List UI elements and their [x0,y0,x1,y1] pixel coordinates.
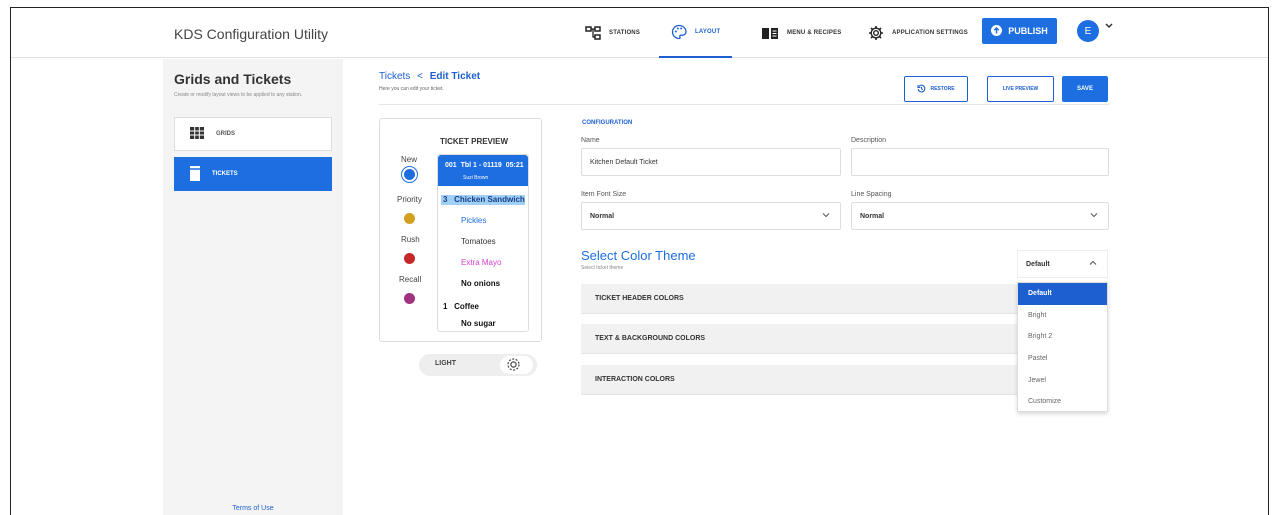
ticket-card: 001 Tbl 1 - 01119 05:21 Suzi Brown 3 Chi… [437,154,529,332]
line-spacing-select[interactable]: Normal [851,202,1109,230]
legend-label-rush: Rush [401,235,420,244]
breadcrumb: Tickets < Edit Ticket [379,71,480,82]
nav-label: APPLICATION SETTINGS [892,30,968,36]
restore-label: RESTORE [930,86,955,92]
font-size-label: Item Font Size [581,191,627,198]
ticket-line: Extra Mayo [461,258,502,267]
header-divider [379,104,1109,105]
live-preview-button[interactable]: LIVE PREVIEW [987,76,1054,102]
legend-label-new: New [401,155,418,164]
ticket-icon [190,165,200,183]
sidebar-item-label: TICKETS [212,171,238,177]
name-field[interactable]: Kitchen Default Ticket [581,148,841,176]
status-dot-priority[interactable] [404,213,415,224]
terms-of-use-link[interactable]: Terms of Use [163,505,343,512]
color-theme-selected: Default [1026,260,1050,268]
palette-icon [671,24,687,40]
sidebar-item-tickets[interactable]: TICKETS [174,157,332,191]
color-theme-title: Select Color Theme [581,248,696,263]
theme-option-customize[interactable]: Customize [1018,391,1107,413]
theme-toggle[interactable]: LIGHT [419,354,537,376]
breadcrumb-parent[interactable]: Tickets [379,71,410,82]
ticket-line: No sugar [461,319,496,328]
upload-icon [991,24,1003,38]
theme-option-default[interactable]: Default [1018,283,1107,305]
save-button[interactable]: SAVE [1062,76,1108,102]
nav-label: STATIONS [609,30,641,36]
avatar[interactable]: E [1077,20,1099,42]
nav-menu-recipes[interactable]: MENU & RECIPES [761,8,841,58]
font-size-select[interactable]: Normal [581,202,841,230]
theme-option-bright-2[interactable]: Bright 2 [1018,326,1107,348]
legend-label-recall: Recall [399,275,422,284]
status-dot-recall[interactable] [404,293,415,304]
description-field[interactable] [851,148,1109,176]
grid-icon [190,127,204,141]
section-interaction-colors[interactable]: INTERACTION COLORS [581,365,1019,395]
name-label: Name [581,137,600,144]
app-title: KDS Configuration Utility [174,26,329,42]
section-ticket-header-colors[interactable]: TICKET HEADER COLORS [581,284,1019,314]
restore-icon [917,84,926,95]
nav-application-settings[interactable]: APPLICATION SETTINGS [868,8,968,58]
top-bar: KDS Configuration Utility STATIONS LAYOU… [11,8,1268,58]
nav-layout[interactable]: LAYOUT [659,8,733,58]
ticket-header: 001 Tbl 1 - 01119 05:21 Suzi Brown [438,155,528,186]
stations-icon [585,26,601,40]
color-theme-subtitle: Select ticket theme [581,265,624,271]
status-dot-new[interactable] [404,169,415,180]
publish-button[interactable]: PUBLISH [982,18,1057,44]
theme-toggle-label: LIGHT [435,360,456,367]
color-theme-menu: Default Bright Bright 2 Pastel Jewel Cus… [1017,282,1108,412]
ticket-server: Suzi Brown [463,175,489,181]
configuration-heading: CONFIGURATION [582,120,633,126]
ticket-line: No onions [461,279,501,288]
theme-option-jewel[interactable]: Jewel [1018,369,1107,391]
status-dot-rush[interactable] [404,253,415,264]
gear-icon [868,25,884,41]
app-window: KDS Configuration Utility STATIONS LAYOU… [10,7,1269,515]
publish-label: PUBLISH [1008,26,1048,36]
sidebar-subtitle: Create or modify layout views to be appl… [174,92,303,98]
ticket-preview-panel: TICKET PREVIEW New Priority Rush Recall … [379,118,542,342]
breadcrumb-separator: < [417,71,423,82]
theme-option-pastel[interactable]: Pastel [1018,348,1107,370]
ticket-line: 3 Chicken Sandwich [443,195,525,204]
book-icon [761,26,779,40]
restore-button[interactable]: RESTORE [904,76,968,102]
legend-label-priority: Priority [397,195,422,204]
ticket-header-line: 001 Tbl 1 - 01119 05:21 [445,162,524,169]
sidebar-title: Grids and Tickets [174,71,292,87]
ticket-preview-title: TICKET PREVIEW [440,137,509,146]
ticket-line: 1 Coffee [443,302,480,311]
sidebar-item-grids[interactable]: GRIDS [174,117,332,151]
theme-option-bright[interactable]: Bright [1018,305,1107,327]
description-label: Description [851,137,887,144]
sun-icon [507,358,520,376]
nav-stations[interactable]: STATIONS [585,8,640,58]
nav-label: MENU & RECIPES [787,30,842,36]
section-text-background-colors[interactable]: TEXT & BACKGROUND COLORS [581,324,1019,354]
sidebar-item-label: GRIDS [216,131,236,137]
color-theme-select[interactable]: Default [1017,250,1108,278]
line-spacing-value: Normal [860,212,885,220]
chevron-down-icon[interactable] [1105,22,1113,31]
font-size-value: Normal [590,212,615,220]
chevron-down-icon [1090,212,1098,220]
ticket-line: Tomatoes [461,237,496,246]
page-subtitle: Here you can edit your ticket. [379,86,444,92]
line-spacing-label: Line Spacing [851,191,892,198]
chevron-up-icon [1089,260,1097,268]
chevron-down-icon [822,212,830,220]
ticket-line: Pickles [461,216,487,225]
nav-label: LAYOUT [695,29,721,35]
sidebar: Grids and Tickets Create or modify layou… [163,59,343,515]
breadcrumb-current: Edit Ticket [429,71,481,82]
